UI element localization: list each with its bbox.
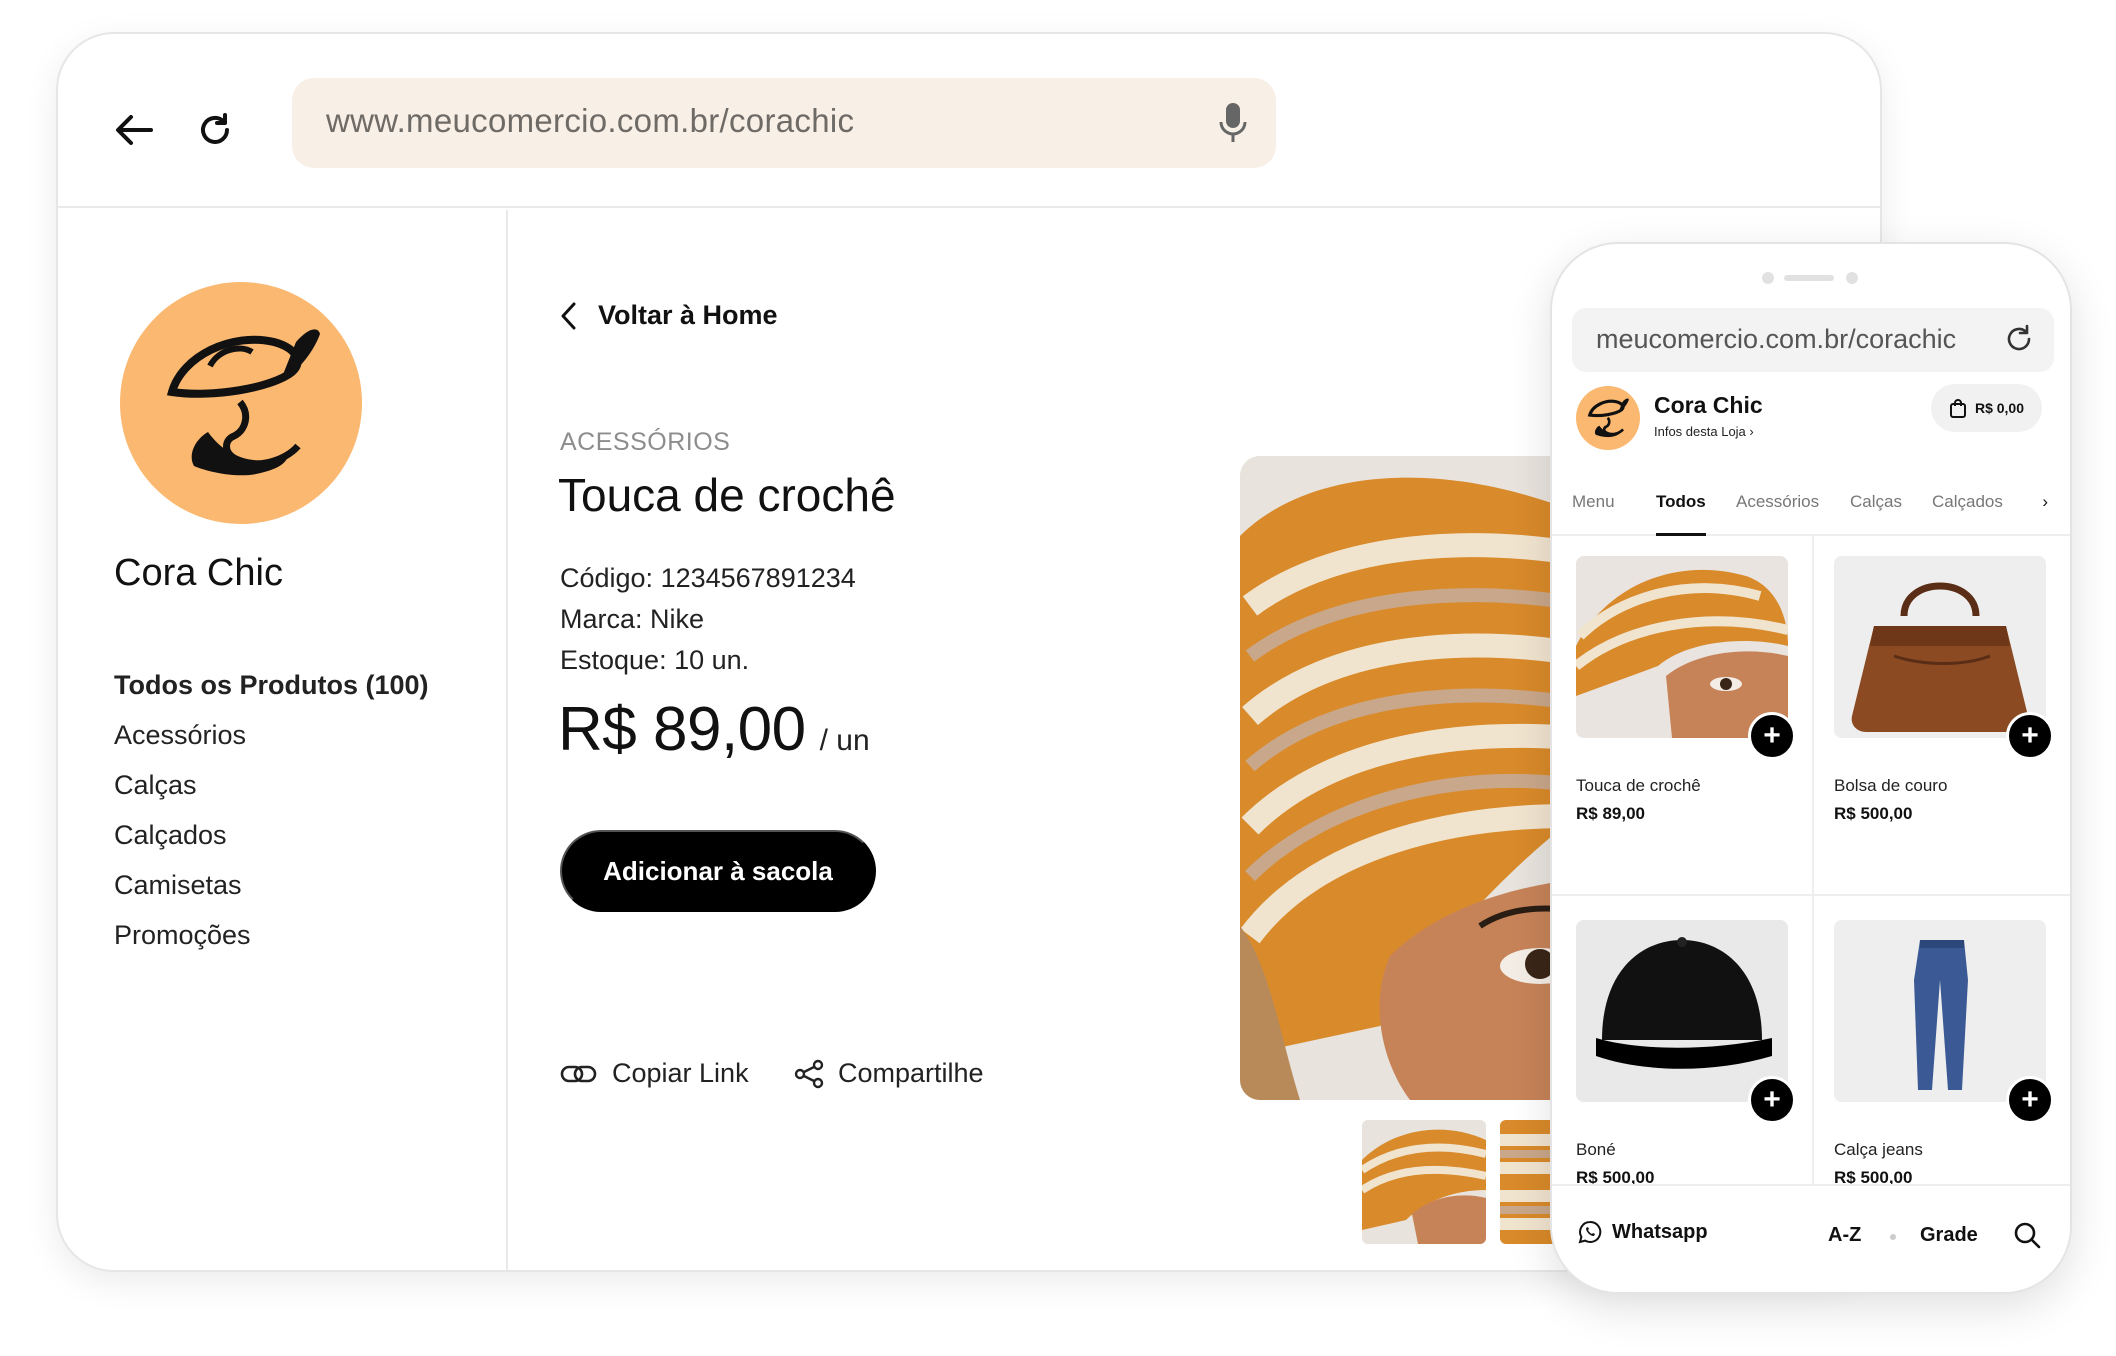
product-name: Calça jeans — [1834, 1140, 1923, 1159]
store-info-label: Infos desta Loja — [1654, 424, 1746, 439]
store-name: Cora Chic — [114, 552, 283, 594]
shopping-bag-icon — [1949, 399, 1966, 418]
category-item-calcados[interactable]: Calçados — [114, 810, 429, 860]
whatsapp-icon — [1578, 1220, 1602, 1244]
product-name: Bolsa de couro — [1834, 776, 1948, 795]
product-name: Boné — [1576, 1140, 1616, 1159]
add-to-cart-plus-icon[interactable]: + — [1748, 1076, 1796, 1124]
store-logo[interactable] — [1576, 386, 1640, 450]
grid-view-button[interactable]: Grade — [1920, 1224, 1978, 1247]
product-thumbnail[interactable] — [1362, 1120, 1486, 1244]
add-to-cart-plus-icon[interactable]: + — [2006, 1076, 2054, 1124]
product-image — [1576, 920, 1788, 1102]
chevron-right-icon: › — [1749, 424, 1754, 439]
tab-todos[interactable]: Todos — [1656, 492, 1706, 536]
mobile-category-tabs: Menu Todos Acessórios Calças Calçados › — [1552, 480, 2070, 536]
store-sidebar: Cora Chic Todos os Produtos (100) Acessó… — [58, 210, 508, 1270]
microphone-icon[interactable] — [1216, 100, 1250, 146]
product-price: R$ 89,00 / un — [558, 694, 870, 765]
tab-menu[interactable]: Menu — [1572, 492, 1615, 536]
mobile-address-bar-url: meucomercio.com.br/corachic — [1596, 324, 1957, 354]
share-button[interactable]: Compartilhe — [794, 1058, 984, 1089]
mobile-store-name: Cora Chic — [1654, 392, 1763, 418]
tab-calcados[interactable]: Calçados — [1932, 492, 2003, 536]
share-label: Compartilhe — [838, 1058, 984, 1088]
reload-icon[interactable] — [189, 104, 241, 156]
whatsapp-button[interactable]: Whatsapp — [1578, 1220, 1708, 1244]
product-image — [1576, 556, 1788, 738]
product-code: Código: 1234567891234 — [560, 563, 856, 593]
chevron-right-icon[interactable]: › — [2042, 492, 2048, 512]
product-price: R$ 89,00 — [1576, 804, 1645, 823]
category-item-calcas[interactable]: Calças — [114, 760, 429, 810]
product-card[interactable]: + Boné R$ 500,00 — [1576, 920, 1796, 1188]
cart-button[interactable]: R$ 0,00 — [1930, 384, 2042, 432]
whatsapp-label: Whatsapp — [1612, 1220, 1708, 1243]
category-item-promocoes[interactable]: Promoções — [114, 910, 429, 960]
mobile-bottom-bar: Whatsapp A-Z Grade — [1552, 1184, 2070, 1292]
speaker-bar — [1784, 275, 1834, 281]
copy-link-label: Copiar Link — [612, 1058, 749, 1088]
sort-az-button[interactable]: A-Z — [1828, 1224, 1861, 1247]
product-card[interactable]: + Touca de crochê R$ 89,00 — [1576, 556, 1796, 824]
chevron-left-icon — [561, 302, 576, 329]
product-meta: Código: 1234567891234 Marca: Nike Estoqu… — [560, 558, 856, 681]
product-image — [1834, 920, 2046, 1102]
product-price: R$ 500,00 — [1834, 804, 1913, 823]
grid-divider — [1812, 536, 1814, 1186]
mobile-address-bar[interactable]: meucomercio.com.br/corachic — [1572, 308, 2054, 372]
product-title: Touca de crochê — [558, 469, 896, 521]
store-info-link[interactable]: Infos desta Loja › — [1654, 424, 1754, 439]
grid-divider — [1552, 894, 2070, 896]
category-item-all[interactable]: Todos os Produtos (100) — [114, 660, 429, 710]
copy-link-button[interactable]: Copiar Link — [560, 1058, 749, 1089]
add-to-bag-button[interactable]: Adicionar à sacola — [560, 830, 876, 912]
camera-dot — [1846, 272, 1858, 284]
tab-acessorios[interactable]: Acessórios — [1736, 492, 1819, 536]
product-image — [1834, 556, 2046, 738]
product-card[interactable]: + Bolsa de couro R$ 500,00 — [1834, 556, 2054, 824]
link-icon — [560, 1065, 597, 1082]
share-icon — [794, 1059, 824, 1088]
mobile-phone-frame: meucomercio.com.br/corachic Cora Chic In… — [1550, 242, 2072, 1294]
product-name: Touca de crochê — [1576, 776, 1701, 795]
product-brand: Marca: Nike — [560, 604, 705, 634]
back-arrow-icon[interactable] — [108, 104, 160, 156]
category-item-acessorios[interactable]: Acessórios — [114, 710, 429, 760]
reload-icon[interactable] — [2004, 324, 2034, 354]
address-bar[interactable]: www.meucomercio.com.br/corachic — [292, 78, 1276, 168]
product-card[interactable]: + Calça jeans R$ 500,00 — [1834, 920, 2054, 1188]
price-amount: R$ 89,00 — [558, 695, 806, 764]
category-list: Todos os Produtos (100) Acessórios Calça… — [114, 660, 429, 960]
category-item-camisetas[interactable]: Camisetas — [114, 860, 429, 910]
product-stock: Estoque: 10 un. — [560, 645, 750, 675]
add-to-cart-plus-icon[interactable]: + — [2006, 712, 2054, 760]
cart-total: R$ 0,00 — [1974, 400, 2024, 416]
browser-toolbar: www.meucomercio.com.br/corachic — [58, 34, 1880, 208]
product-category: ACESSÓRIOS — [560, 428, 731, 456]
store-logo — [120, 282, 362, 524]
address-bar-url: www.meucomercio.com.br/corachic — [326, 102, 855, 139]
price-unit: / un — [819, 724, 870, 757]
camera-dot — [1762, 272, 1774, 284]
tab-calcas[interactable]: Calças — [1850, 492, 1902, 536]
search-icon[interactable] — [2012, 1220, 2042, 1250]
separator-dot — [1890, 1234, 1896, 1240]
back-to-home-label: Voltar à Home — [598, 300, 778, 330]
add-to-cart-plus-icon[interactable]: + — [1748, 712, 1796, 760]
back-to-home-link[interactable]: Voltar à Home — [560, 300, 778, 331]
